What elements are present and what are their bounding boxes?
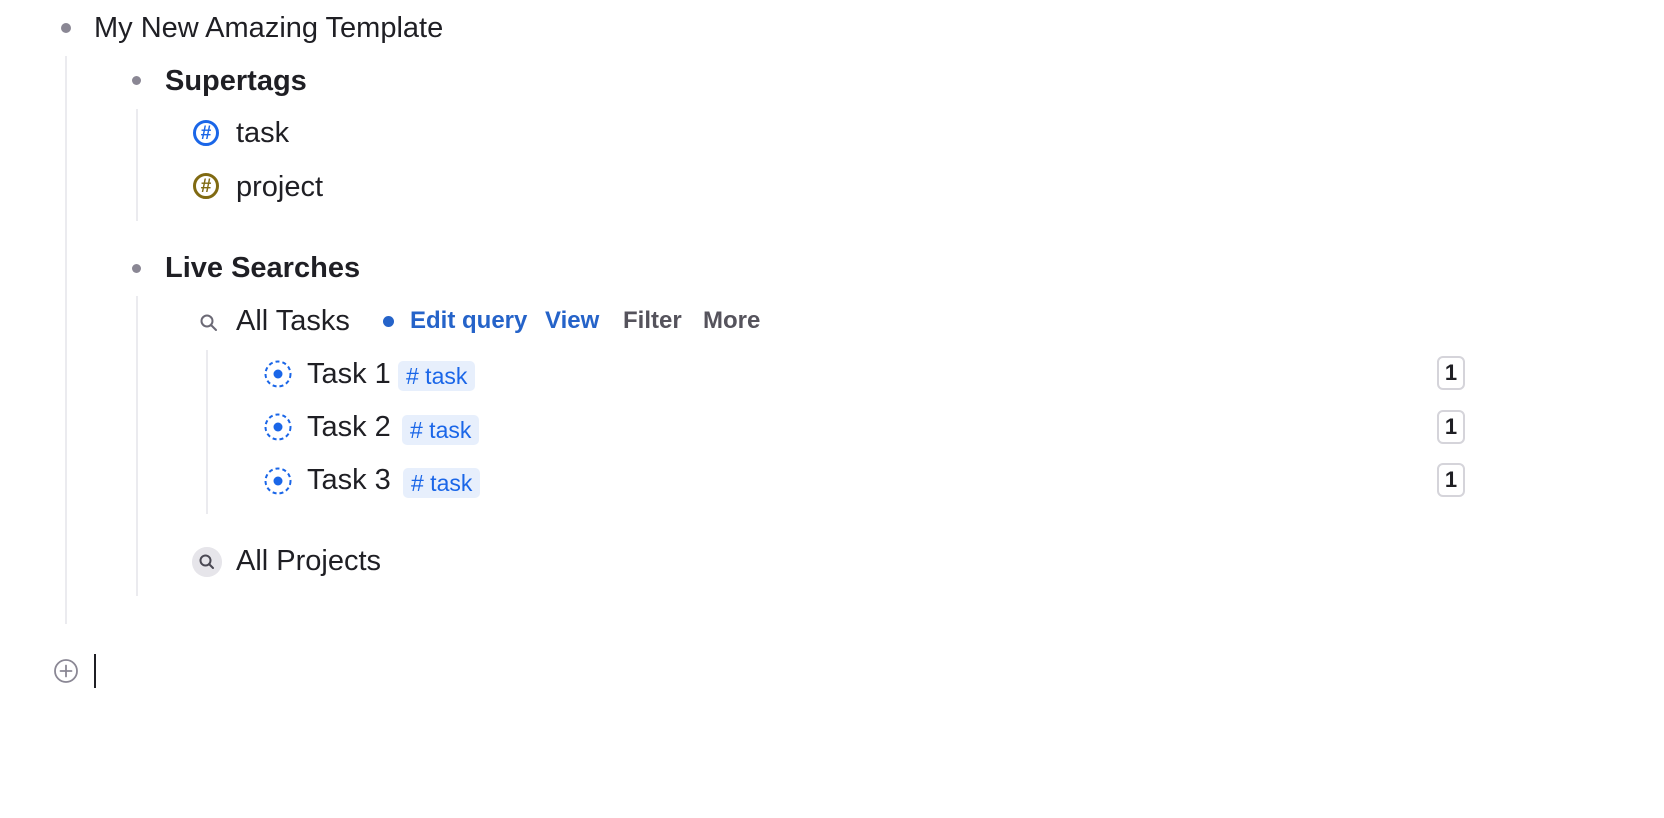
indent-guide-supertags bbox=[136, 109, 138, 221]
all-tasks-title[interactable]: All Tasks bbox=[236, 303, 350, 339]
outline-editor: My New Amazing Template Supertags # task… bbox=[0, 0, 1664, 818]
filter-button[interactable]: Filter bbox=[623, 306, 682, 336]
indent-guide-all-tasks bbox=[206, 350, 208, 514]
live-searches-heading[interactable]: Live Searches bbox=[165, 250, 360, 286]
query-status-dot bbox=[383, 316, 394, 327]
indent-guide-live-searches bbox=[136, 296, 138, 596]
more-button[interactable]: More bbox=[703, 306, 760, 336]
supertags-heading[interactable]: Supertags bbox=[165, 63, 307, 99]
project-hash-icon[interactable]: # bbox=[193, 173, 219, 199]
reference-count-badge[interactable]: 1 bbox=[1437, 410, 1465, 444]
reference-count-badge[interactable]: 1 bbox=[1437, 356, 1465, 390]
supertag-project-label[interactable]: project bbox=[236, 169, 323, 205]
task-title[interactable]: Task 2 bbox=[307, 409, 391, 445]
text-cursor[interactable] bbox=[94, 654, 96, 688]
view-button[interactable]: View bbox=[545, 306, 599, 336]
add-node-icon[interactable] bbox=[53, 658, 79, 684]
task-hash-icon[interactable]: # bbox=[193, 120, 219, 146]
edit-query-button[interactable]: Edit query bbox=[410, 306, 527, 336]
task-checkbox-icon[interactable] bbox=[263, 359, 293, 389]
root-bullet[interactable] bbox=[61, 23, 71, 33]
task-title[interactable]: Task 1 bbox=[307, 356, 391, 392]
task-tag-chip[interactable]: # task bbox=[398, 361, 476, 391]
supertag-task-label[interactable]: task bbox=[236, 115, 289, 151]
reference-count-badge[interactable]: 1 bbox=[1437, 463, 1465, 497]
task-title[interactable]: Task 3 bbox=[307, 462, 391, 498]
supertags-bullet[interactable] bbox=[132, 76, 141, 85]
live-searches-bullet[interactable] bbox=[132, 264, 141, 273]
task-tag-chip[interactable]: # task bbox=[403, 468, 481, 498]
task-checkbox-icon[interactable] bbox=[263, 412, 293, 442]
root-node-title[interactable]: My New Amazing Template bbox=[94, 10, 443, 46]
indent-guide-root bbox=[65, 56, 67, 624]
search-icon[interactable] bbox=[197, 311, 221, 335]
search-icon[interactable] bbox=[192, 547, 222, 577]
task-tag-chip[interactable]: # task bbox=[402, 415, 480, 445]
all-projects-title[interactable]: All Projects bbox=[236, 543, 381, 579]
task-checkbox-icon[interactable] bbox=[263, 466, 293, 496]
